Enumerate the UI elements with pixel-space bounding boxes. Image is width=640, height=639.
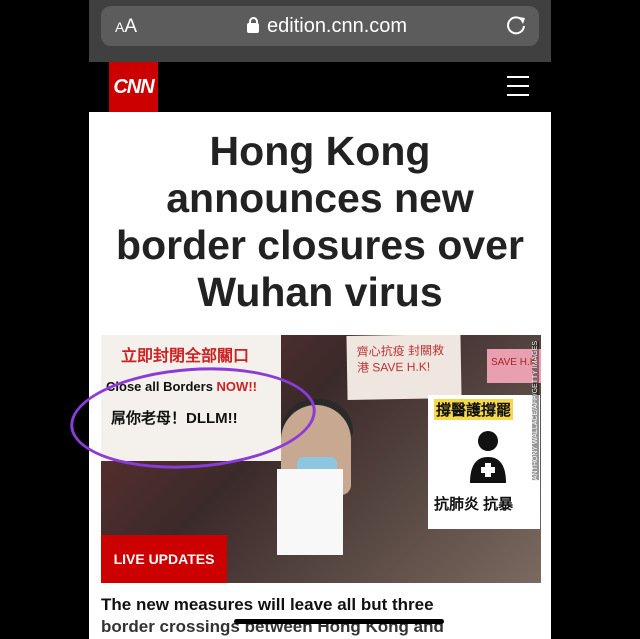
protest-sign-save-hk: 齊心抗疫 封關救港 SAVE H.K! (346, 335, 462, 400)
headline-line: Hong Kong (209, 128, 431, 174)
protest-sign-small (277, 469, 343, 555)
headline-line: Wuhan virus (197, 269, 443, 315)
browser-toolbar: AA edition.cnn.com (89, 0, 551, 62)
article-subtext[interactable]: The new measures will leave all but thre… (101, 594, 541, 638)
doctor-icon (470, 431, 506, 483)
sign2-text: 齊心抗疫 封關救港 SAVE H.K! (356, 343, 445, 375)
lock-icon (247, 17, 259, 33)
article-headline: Hong Kong announces new border closures … (89, 128, 551, 316)
pink-sign-text: SAVE H.K (491, 357, 537, 368)
headline-line: announces new (166, 175, 474, 221)
url-text[interactable]: edition.cnn.com (267, 15, 407, 38)
text-size-button[interactable]: AA (115, 16, 137, 38)
sign3-top-text: 撐醫護撐罷 (434, 399, 514, 420)
site-header: CNN (89, 62, 551, 112)
sign3-bottom-text: 抗肺炎 抗暴 (434, 496, 514, 513)
address-bar[interactable]: AA edition.cnn.com (101, 6, 539, 46)
live-updates-badge[interactable]: LIVE UPDATES (101, 535, 227, 583)
phone-screen: AA edition.cnn.com CNN Hong Kong announc… (89, 0, 551, 639)
photo-credit: ANTHONY WALLACE/AFP/GETTY IMAGES (532, 341, 539, 481)
subtext-line: The new measures will leave all but thre… (101, 595, 434, 614)
sign-chinese-title: 立即封閉全部關口 (121, 348, 250, 365)
home-indicator[interactable] (234, 619, 444, 624)
hamburger-menu-icon[interactable] (507, 76, 529, 96)
protest-sign-medical: 撐醫護撐罷 抗肺炎 抗暴 (428, 395, 540, 529)
headline-line: border closures over (116, 222, 524, 268)
reload-icon[interactable] (505, 14, 527, 36)
cnn-logo[interactable]: CNN (109, 62, 158, 112)
